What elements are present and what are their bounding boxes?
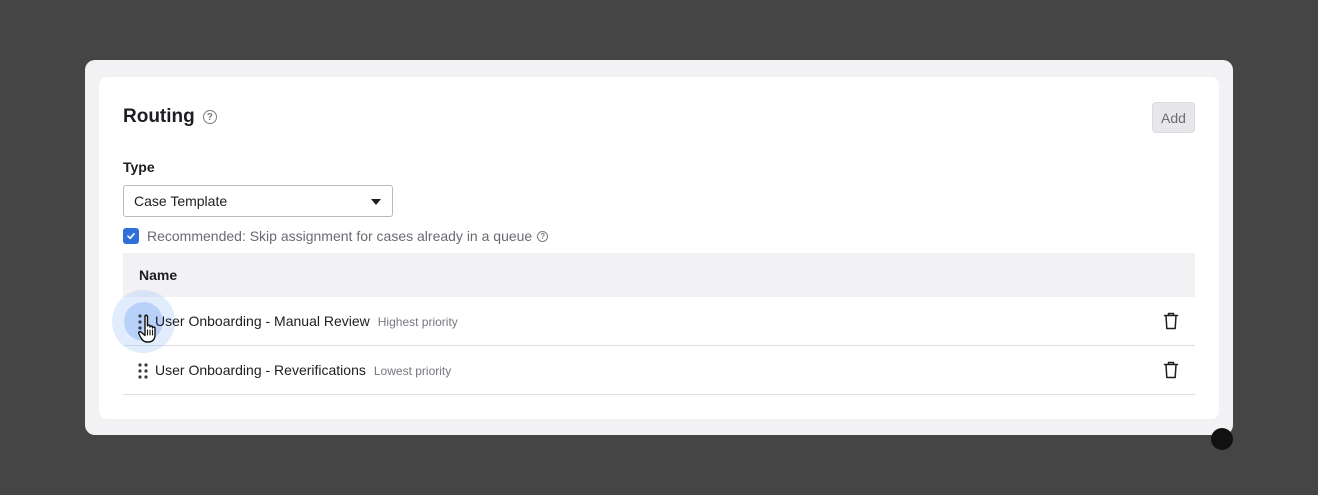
help-icon[interactable]: ? bbox=[537, 230, 549, 242]
skip-assignment-label: Recommended: Skip assignment for cases a… bbox=[147, 228, 533, 244]
trash-icon[interactable] bbox=[1163, 312, 1179, 330]
screen: Routing ? Add Type Case Template Recomme… bbox=[0, 0, 1318, 495]
checkmark-icon bbox=[127, 233, 135, 240]
table-row[interactable]: User Onboarding - Manual Review Highest p… bbox=[123, 297, 1195, 346]
type-select-value: Case Template bbox=[134, 193, 228, 209]
column-header-name: Name bbox=[139, 267, 178, 283]
title-row: Routing ? bbox=[123, 105, 217, 129]
drag-handle-icon[interactable] bbox=[137, 362, 149, 380]
row-name: User Onboarding - Manual Review Highest p… bbox=[155, 313, 458, 329]
caret-down-icon bbox=[371, 199, 381, 205]
page-title: Routing bbox=[123, 106, 195, 127]
row-name: User Onboarding - Reverifications Lowest … bbox=[155, 362, 451, 378]
row-name-text: User Onboarding - Reverifications bbox=[155, 362, 366, 378]
row-name-text: User Onboarding - Manual Review bbox=[155, 313, 370, 329]
type-select[interactable]: Case Template bbox=[123, 185, 393, 217]
add-button[interactable]: Add bbox=[1152, 102, 1195, 133]
table-row[interactable]: User Onboarding - Reverifications Lowest … bbox=[123, 346, 1195, 395]
help-icon[interactable]: ? bbox=[202, 110, 217, 124]
modal-container: Routing ? Add Type Case Template Recomme… bbox=[85, 60, 1233, 435]
type-label: Type bbox=[123, 159, 155, 175]
priority-badge: Highest priority bbox=[377, 315, 458, 329]
routing-table: Name User Onboarding - Manual Review High… bbox=[123, 253, 1195, 395]
routing-card: Routing ? Add Type Case Template Recomme… bbox=[99, 77, 1219, 419]
priority-badge: Lowest priority bbox=[373, 364, 452, 378]
hand-pointer-icon bbox=[137, 314, 156, 343]
skip-assignment-option: Recommended: Skip assignment for cases a… bbox=[123, 227, 549, 245]
floating-action-dot[interactable] bbox=[1211, 428, 1233, 450]
trash-icon[interactable] bbox=[1163, 361, 1179, 379]
table-header: Name bbox=[123, 253, 1195, 297]
skip-assignment-checkbox[interactable] bbox=[123, 228, 139, 244]
